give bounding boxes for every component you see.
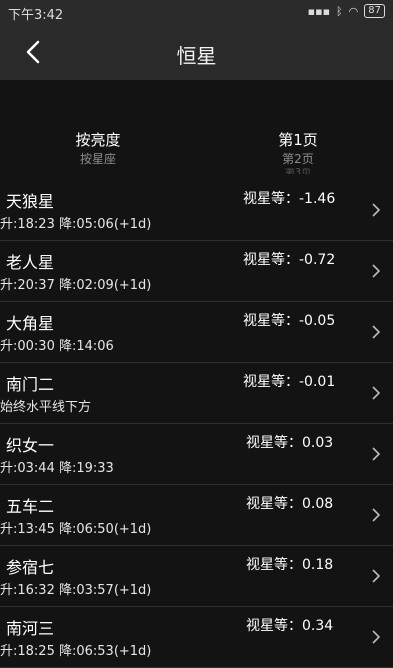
star-magnitude: 视星等：0.34	[246, 618, 334, 634]
list-item[interactable]: 天狼星 视星等：-1.46 升:18:23 降:05:06(+1d)	[0, 180, 393, 241]
battery-icon: 87	[364, 4, 385, 18]
chevron-right-icon	[372, 447, 381, 461]
star-rise-set: 升:18:25 降:06:53(+1d)	[0, 644, 152, 659]
sort-mode-wheel[interactable]: 按亮度 按星座	[18, 130, 178, 168]
chevron-right-icon	[372, 508, 381, 522]
chevron-right-icon	[372, 325, 381, 339]
signal-icon: ▪▪▪	[307, 4, 331, 18]
star-magnitude: 视星等：0.03	[246, 435, 334, 451]
star-rise-set: 升:00:30 降:14:06	[0, 339, 114, 354]
star-rise-set: 升:03:44 降:19:33	[0, 461, 114, 476]
page-title: 恒星	[176, 44, 217, 68]
list-item[interactable]: 五车二 视星等：0.08 升:13:45 降:06:50(+1d)	[0, 485, 393, 546]
chevron-right-icon	[372, 203, 381, 217]
star-name: 大角星	[6, 314, 55, 333]
bluetooth-icon: ᛒ	[336, 4, 343, 18]
star-list: 天狼星 视星等：-1.46 升:18:23 降:05:06(+1d) 老人星 视…	[0, 180, 393, 668]
star-rise-set: 升:13:45 降:06:50(+1d)	[0, 522, 152, 537]
status-time: 下午3:42	[8, 8, 64, 23]
page-option-faint[interactable]: 第3页	[218, 168, 378, 174]
sort-mode-selected[interactable]: 按亮度	[18, 130, 178, 150]
chevron-right-icon	[372, 264, 381, 278]
page-wheel[interactable]: 第1页 第2页 第3页	[218, 130, 378, 174]
list-item[interactable]: 参宿七 视星等：0.18 升:16:32 降:03:57(+1d)	[0, 546, 393, 607]
star-rise-set: 升:16:32 降:03:57(+1d)	[0, 583, 152, 598]
star-name: 参宿七	[6, 558, 55, 577]
star-name: 南河三	[6, 619, 55, 638]
star-rise-set: 升:20:37 降:02:09(+1d)	[0, 278, 152, 293]
status-bar: 下午3:42 ▪▪▪ ᛒ ◠ 87	[0, 0, 393, 24]
star-name: 五车二	[6, 497, 55, 516]
sort-mode-option[interactable]: 按星座	[18, 150, 178, 168]
chevron-right-icon	[372, 569, 381, 583]
list-item[interactable]: 南门二 视星等：-0.01 始终水平线下方	[0, 363, 393, 424]
list-item[interactable]: 老人星 视星等：-0.72 升:20:37 降:02:09(+1d)	[0, 241, 393, 302]
star-rise-set: 升:18:23 降:05:06(+1d)	[0, 217, 152, 232]
star-name: 南门二	[6, 375, 55, 394]
star-name: 天狼星	[6, 192, 55, 211]
star-magnitude: 视星等：-0.05	[243, 313, 336, 329]
list-item[interactable]: 南河三 视星等：0.34 升:18:25 降:06:53(+1d)	[0, 607, 393, 668]
app-header: 恒星	[0, 24, 393, 80]
sort-page-picker[interactable]: 按亮度 按星座 第1页 第2页 第3页	[0, 80, 393, 180]
star-magnitude: 视星等：0.18	[246, 557, 334, 573]
star-rise-set: 始终水平线下方	[0, 400, 92, 415]
star-magnitude: 视星等：-1.46	[243, 191, 336, 207]
star-magnitude: 视星等：0.08	[246, 496, 334, 512]
list-item[interactable]: 大角星 视星等：-0.05 升:00:30 降:14:06	[0, 302, 393, 363]
page-option[interactable]: 第2页	[218, 150, 378, 168]
chevron-right-icon	[372, 386, 381, 400]
list-item[interactable]: 织女一 视星等：0.03 升:03:44 降:19:33	[0, 424, 393, 485]
star-magnitude: 视星等：-0.72	[243, 252, 336, 268]
status-icons: ▪▪▪ ᛒ ◠ 87	[308, 4, 385, 18]
star-name: 老人星	[6, 253, 55, 272]
wifi-icon: ◠	[348, 4, 359, 18]
chevron-right-icon	[372, 630, 381, 644]
star-name: 织女一	[6, 436, 55, 455]
page-selected[interactable]: 第1页	[218, 130, 378, 150]
star-magnitude: 视星等：-0.01	[243, 374, 336, 390]
